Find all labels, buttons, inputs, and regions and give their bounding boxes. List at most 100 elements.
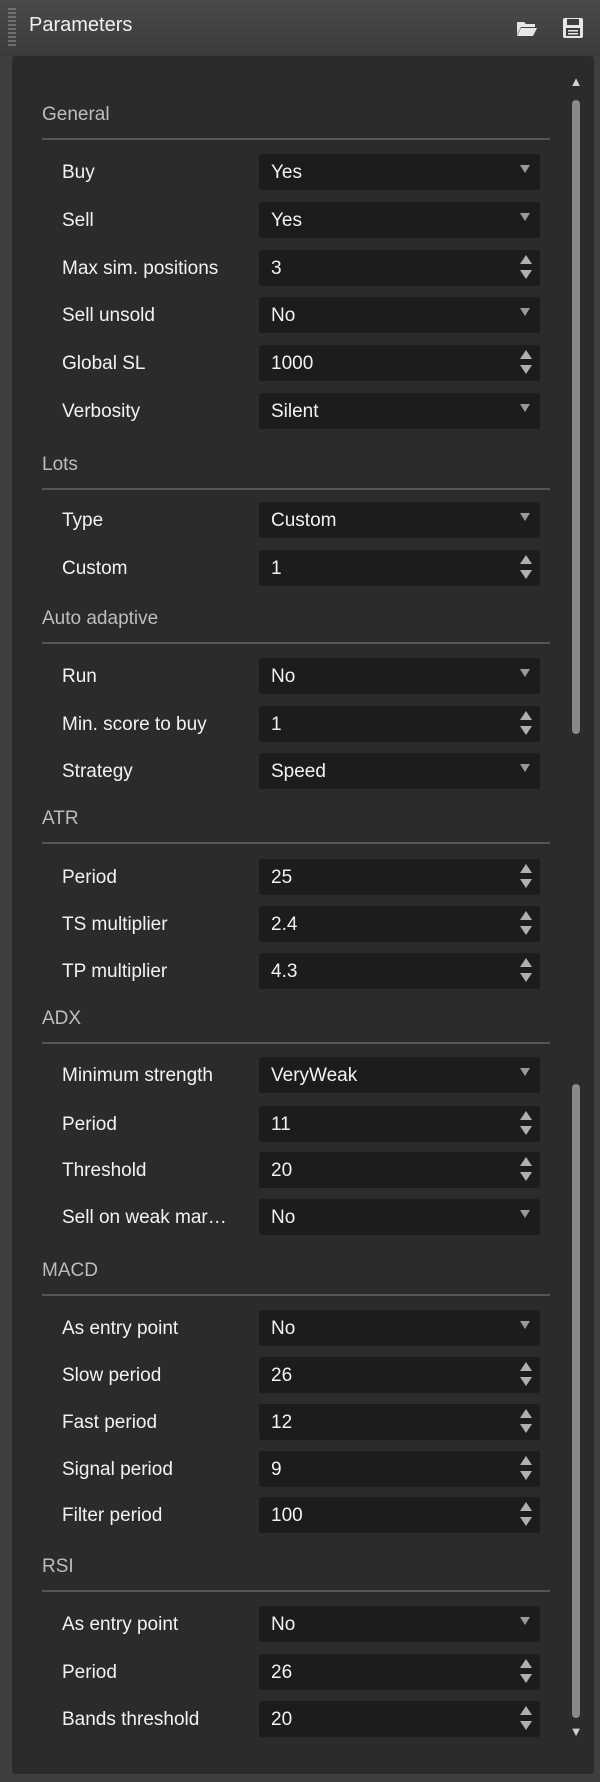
param-label: Period — [62, 1114, 117, 1135]
spin-down-arrow-icon[interactable] — [520, 1126, 532, 1135]
spin-up-arrow-icon[interactable] — [520, 555, 532, 564]
chevron-down-icon[interactable] — [520, 308, 530, 316]
spin-up-arrow-icon[interactable] — [520, 864, 532, 873]
spin-up-arrow-icon[interactable] — [520, 1157, 532, 1166]
param-spinner[interactable]: 9 — [259, 1451, 540, 1487]
param-value: 11 — [271, 1114, 291, 1135]
param-value: 1 — [271, 558, 282, 579]
scrollbar-thumb-lower[interactable] — [572, 1084, 580, 1718]
param-label: Sell — [62, 210, 94, 231]
param-label: Threshold — [62, 1160, 147, 1181]
spinner-arrows — [520, 555, 532, 581]
param-dropdown[interactable]: VeryWeak — [259, 1057, 540, 1093]
param-value: 3 — [271, 258, 282, 279]
spin-up-arrow-icon[interactable] — [520, 1706, 532, 1715]
spinner-arrows — [520, 911, 532, 937]
param-spinner[interactable]: 25 — [259, 859, 540, 895]
param-label: Verbosity — [62, 401, 141, 422]
param-spinner[interactable]: 4.3 — [259, 953, 540, 989]
spin-down-arrow-icon[interactable] — [520, 879, 532, 888]
param-label: Signal period — [62, 1459, 173, 1480]
scrollbar-thumb-upper[interactable] — [572, 100, 580, 734]
spin-down-arrow-icon[interactable] — [520, 1517, 532, 1526]
scroll-down-arrow-icon[interactable]: ▼ — [568, 1724, 584, 1739]
chevron-down-icon[interactable] — [520, 165, 530, 173]
save-icon[interactable] — [560, 16, 586, 40]
param-label: Sell unsold — [62, 305, 155, 326]
spinner-arrows — [520, 1502, 532, 1528]
spin-up-arrow-icon[interactable] — [520, 1659, 532, 1668]
spin-up-arrow-icon[interactable] — [520, 958, 532, 967]
spin-down-arrow-icon[interactable] — [520, 1424, 532, 1433]
open-folder-icon[interactable] — [514, 16, 540, 40]
chevron-down-icon[interactable] — [520, 1210, 530, 1218]
scroll-up-arrow-icon[interactable]: ▲ — [568, 74, 584, 89]
param-value: No — [271, 666, 296, 687]
param-value: No — [271, 305, 296, 326]
spin-down-arrow-icon[interactable] — [520, 270, 532, 279]
param-dropdown[interactable]: No — [259, 297, 540, 333]
param-spinner[interactable]: 3 — [259, 250, 540, 286]
spin-down-arrow-icon[interactable] — [520, 1377, 532, 1386]
param-label: Filter period — [62, 1505, 163, 1526]
param-spinner[interactable]: 100 — [259, 1497, 540, 1533]
chevron-down-icon[interactable] — [520, 213, 530, 221]
chevron-down-icon[interactable] — [520, 513, 530, 521]
param-dropdown[interactable]: Yes — [259, 202, 540, 238]
spin-down-arrow-icon[interactable] — [520, 973, 532, 982]
param-dropdown[interactable]: No — [259, 658, 540, 694]
param-dropdown[interactable]: Custom — [259, 502, 540, 538]
spin-down-arrow-icon[interactable] — [520, 570, 532, 579]
param-spinner[interactable]: 20 — [259, 1152, 540, 1188]
spin-up-arrow-icon[interactable] — [520, 1502, 532, 1511]
param-value: Yes — [271, 162, 302, 183]
group-divider — [42, 138, 550, 140]
param-spinner[interactable]: 12 — [259, 1404, 540, 1440]
spin-down-arrow-icon[interactable] — [520, 1721, 532, 1730]
param-dropdown[interactable]: Speed — [259, 753, 540, 789]
spin-up-arrow-icon[interactable] — [520, 1362, 532, 1371]
param-spinner[interactable]: 1 — [259, 550, 540, 586]
param-spinner[interactable]: 11 — [259, 1106, 540, 1142]
spin-down-arrow-icon[interactable] — [520, 365, 532, 374]
param-label: Period — [62, 867, 117, 888]
spin-up-arrow-icon[interactable] — [520, 350, 532, 359]
chevron-down-icon[interactable] — [520, 1068, 530, 1076]
drag-grip[interactable] — [8, 8, 16, 48]
chevron-down-icon[interactable] — [520, 1617, 530, 1625]
chevron-down-icon[interactable] — [520, 764, 530, 772]
param-dropdown[interactable]: No — [259, 1606, 540, 1642]
param-dropdown[interactable]: Silent — [259, 393, 540, 429]
param-dropdown[interactable]: No — [259, 1310, 540, 1346]
title-bar[interactable]: Parameters — [0, 0, 600, 56]
spin-up-arrow-icon[interactable] — [520, 255, 532, 264]
spin-down-arrow-icon[interactable] — [520, 1172, 532, 1181]
group-title-rsi: RSI — [42, 1556, 74, 1577]
param-value: 20 — [271, 1709, 293, 1730]
param-dropdown[interactable]: No — [259, 1199, 540, 1235]
spin-up-arrow-icon[interactable] — [520, 911, 532, 920]
param-spinner[interactable]: 1 — [259, 706, 540, 742]
spin-down-arrow-icon[interactable] — [520, 1471, 532, 1480]
spinner-arrows — [520, 1659, 532, 1685]
spin-down-arrow-icon[interactable] — [520, 926, 532, 935]
param-spinner[interactable]: 20 — [259, 1701, 540, 1737]
spin-down-arrow-icon[interactable] — [520, 1674, 532, 1683]
param-spinner[interactable]: 2.4 — [259, 906, 540, 942]
spin-down-arrow-icon[interactable] — [520, 726, 532, 735]
spin-up-arrow-icon[interactable] — [520, 1111, 532, 1120]
param-label: Type — [62, 510, 104, 531]
chevron-down-icon[interactable] — [520, 1321, 530, 1329]
param-spinner[interactable]: 26 — [259, 1357, 540, 1393]
param-dropdown[interactable]: Yes — [259, 154, 540, 190]
spin-up-arrow-icon[interactable] — [520, 711, 532, 720]
group-title-general: General — [42, 104, 110, 125]
chevron-down-icon[interactable] — [520, 404, 530, 412]
chevron-down-icon[interactable] — [520, 669, 530, 677]
group-divider — [42, 488, 550, 490]
spin-up-arrow-icon[interactable] — [520, 1456, 532, 1465]
param-spinner[interactable]: 1000 — [259, 345, 540, 381]
param-label: As entry point — [62, 1318, 179, 1339]
spin-up-arrow-icon[interactable] — [520, 1409, 532, 1418]
param-spinner[interactable]: 26 — [259, 1654, 540, 1690]
